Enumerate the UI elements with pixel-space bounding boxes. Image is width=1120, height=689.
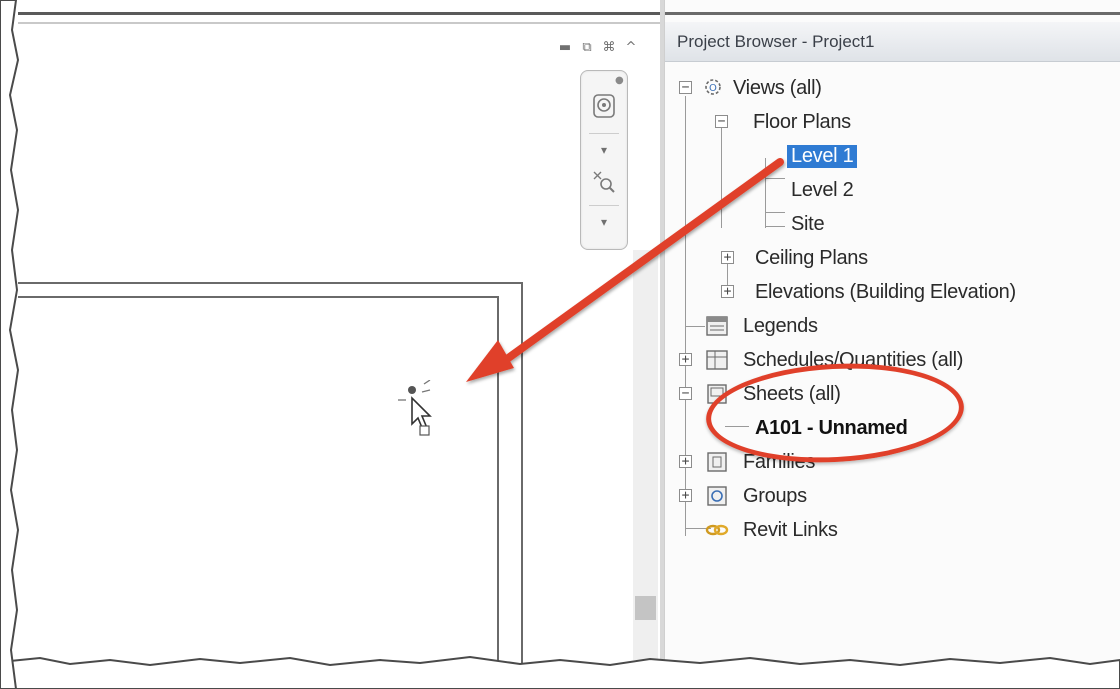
annotation-arrow-icon xyxy=(466,158,784,382)
torn-edge-decoration xyxy=(0,655,1120,689)
torn-left-edge-decoration xyxy=(0,0,20,689)
revit-window: ▬ ⧉ ⌘ ^ ● ▾ ▾ Project Browser - Project1… xyxy=(0,0,1120,689)
